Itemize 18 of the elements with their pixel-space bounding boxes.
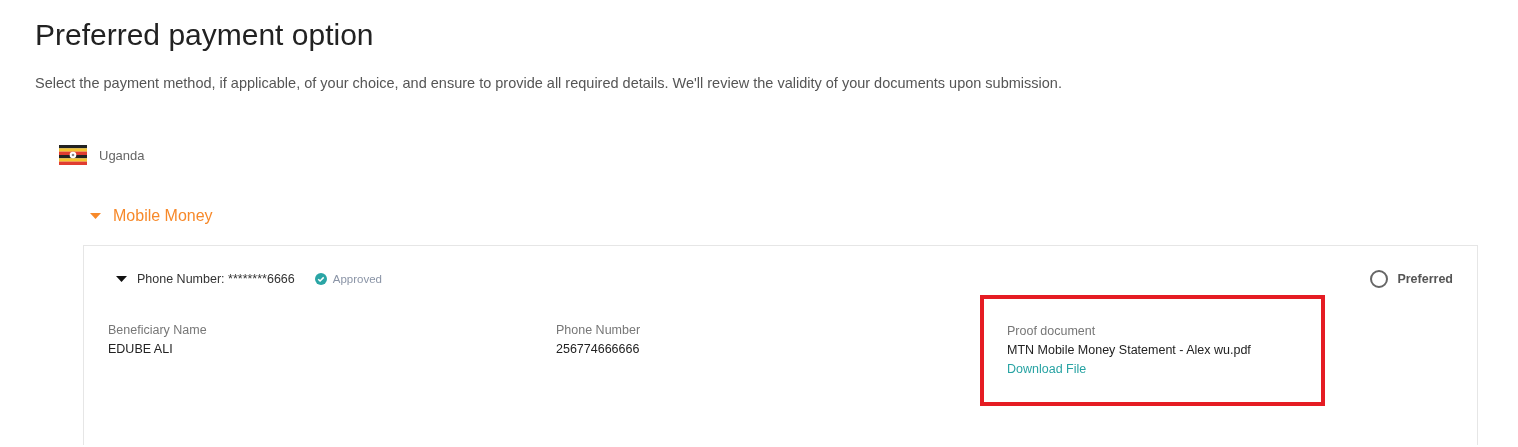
payment-method-toggle[interactable]: Mobile Money <box>113 207 213 225</box>
caret-icon[interactable] <box>116 276 127 282</box>
page-description: Select the payment method, if applicable, of your choice, and ensure to provide all required details. We'll review the validity of your documents upon submission. <box>35 75 1063 91</box>
file-name: MTN Mobile Money Statement - Alex wu.pdf <box>1007 343 1251 357</box>
field-value: EDUBE ALI <box>108 342 174 356</box>
status-text: Approved <box>332 273 382 285</box>
check-circle-icon <box>314 273 327 285</box>
field-label: Beneficiary Name <box>108 323 208 337</box>
field-label: Proof document <box>1007 324 1097 338</box>
country-name: Uganda <box>99 147 145 163</box>
uganda-flag-icon <box>59 145 87 165</box>
field-value: 256774666666 <box>556 342 641 356</box>
preferred-radio[interactable] <box>1370 270 1389 288</box>
download-link[interactable]: Download File <box>1007 362 1251 376</box>
account-title[interactable]: Phone Number: ********6666 <box>137 272 295 286</box>
field-label: Phone Number <box>556 323 642 337</box>
preferred-label: Preferred <box>1397 272 1453 286</box>
page-title: Preferred payment option <box>35 17 375 53</box>
